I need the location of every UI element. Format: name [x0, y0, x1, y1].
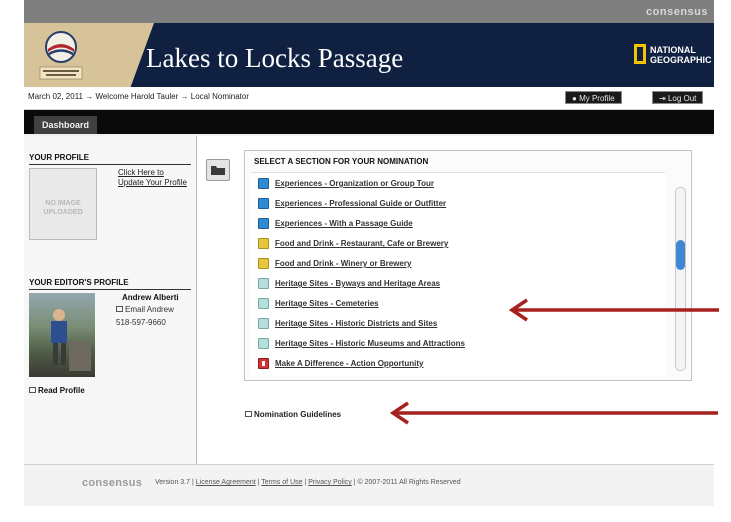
- breadcrumb-bar: March 02, 2011 → Welcome Harold Tauler →…: [24, 87, 714, 110]
- teal-square-icon: [258, 278, 269, 289]
- list-item[interactable]: Experiences - Organization or Group Tour: [258, 175, 653, 192]
- privacy-policy-link[interactable]: Privacy Policy: [308, 479, 352, 486]
- your-profile-heading: YOUR PROFILE: [29, 153, 90, 162]
- teal-square-icon: [258, 318, 269, 329]
- breadcrumb: March 02, 2011 → Welcome Harold Tauler →…: [28, 92, 249, 101]
- logout-icon: ⇥: [659, 94, 668, 103]
- editor-photo-figure: [51, 309, 91, 371]
- list-item-label: Experiences - Professional Guide or Outf…: [275, 199, 447, 208]
- teal-square-icon: [258, 298, 269, 309]
- natgeo-logo: NATIONAL GEOGRAPHIC: [634, 44, 712, 68]
- red-square-icon: [258, 358, 269, 369]
- read-profile-link[interactable]: Read Profile: [29, 386, 85, 395]
- list-item-label: Heritage Sites - Historic Districts and …: [275, 319, 438, 328]
- my-profile-label: My Profile: [579, 94, 615, 103]
- yellow-square-icon: [258, 238, 269, 249]
- editor-name: Andrew Alberti: [122, 293, 179, 302]
- page: consensus Lakes to Locks Passage NATIONA…: [24, 0, 714, 506]
- list-item[interactable]: Food and Drink - Restaurant, Cafe or Bre…: [258, 235, 653, 252]
- update-profile-link[interactable]: Click Here to Update Your Profile: [118, 168, 188, 188]
- site-title: Lakes to Locks Passage: [146, 43, 404, 73]
- editor-profile-heading: YOUR EDITOR'S PROFILE: [29, 278, 129, 287]
- lakes-to-locks-logo: [39, 31, 83, 80]
- list-item-label: Experiences - With a Passage Guide: [275, 219, 413, 228]
- uploaded-text: UPLOADED: [43, 209, 83, 216]
- sidebar: YOUR PROFILE NO IMAGE UPLOADED Click Her…: [24, 136, 197, 464]
- footer-consensus-brand: consensus: [82, 477, 143, 489]
- list-item[interactable]: Experiences - With a Passage Guide: [258, 215, 653, 232]
- teal-square-icon: [258, 338, 269, 349]
- editor-phone: 518-597-9660: [116, 318, 166, 327]
- annotation-arrow-icon: [508, 298, 719, 322]
- list-item[interactable]: Heritage Sites - Historic Museums and At…: [258, 335, 653, 352]
- tab-bar: Dashboard: [24, 110, 714, 134]
- tab-dashboard[interactable]: Dashboard: [34, 116, 98, 134]
- copyright-text: © 2007-2011 All Rights Reserved: [357, 479, 461, 486]
- list-item-label: Heritage Sites - Byways and Heritage Are…: [275, 279, 441, 288]
- list-item-label: Food and Drink - Winery or Brewery: [275, 259, 412, 268]
- site-header: Lakes to Locks Passage NATIONAL GEOGRAPH…: [24, 23, 714, 87]
- nomination-list: Experiences - Organization or Group Tour…: [251, 172, 665, 376]
- list-item-label: Experiences - Organization or Group Tour: [275, 179, 434, 188]
- terms-of-use-link[interactable]: Terms of Use: [261, 479, 302, 486]
- license-agreement-link[interactable]: License Agreement: [196, 479, 256, 486]
- top-bar: consensus: [24, 0, 714, 23]
- footer: consensus Version 3.7 | License Agreemen…: [24, 464, 714, 506]
- log-out-button[interactable]: ⇥ Log Out: [652, 91, 704, 104]
- list-item[interactable]: Experiences - Professional Guide or Outf…: [258, 195, 653, 212]
- footer-links: Version 3.7 | License Agreement | Terms …: [155, 479, 461, 486]
- email-icon: [116, 306, 123, 312]
- nomination-panel: SELECT A SECTION FOR YOUR NOMINATION Exp…: [244, 150, 692, 381]
- divider: [29, 289, 191, 290]
- annotation-arrow-icon: [389, 401, 718, 425]
- yellow-square-icon: [258, 258, 269, 269]
- version-text: Version 3.7: [155, 479, 191, 486]
- user-icon: ●: [572, 94, 580, 103]
- list-item[interactable]: Food and Drink - Winery or Brewery: [258, 255, 653, 272]
- no-image-text: NO IMAGE: [45, 200, 81, 207]
- list-item-label: Make A Difference - Action Opportunity: [275, 359, 424, 368]
- nomination-guidelines-link[interactable]: Nomination Guidelines: [245, 410, 341, 419]
- list-item[interactable]: Make A Difference - Action Opportunity: [258, 355, 653, 372]
- divider: [29, 164, 191, 165]
- read-profile-label: Read Profile: [38, 386, 85, 395]
- folder-icon: [211, 166, 225, 175]
- blue-square-icon: [258, 198, 269, 209]
- list-scrollbar[interactable]: [675, 187, 686, 371]
- nomination-panel-title: SELECT A SECTION FOR YOUR NOMINATION: [254, 157, 429, 166]
- blue-square-icon: [258, 218, 269, 229]
- profile-image-placeholder: NO IMAGE UPLOADED: [29, 168, 97, 240]
- list-item-label: Heritage Sites - Historic Museums and At…: [275, 339, 465, 348]
- natgeo-frame-icon: [634, 44, 646, 64]
- blue-square-icon: [258, 178, 269, 189]
- scrollbar-thumb[interactable]: [676, 240, 685, 270]
- list-item-label: Food and Drink - Restaurant, Cafe or Bre…: [275, 239, 449, 248]
- consensus-brand: consensus: [646, 6, 708, 18]
- my-profile-button[interactable]: ● My Profile: [565, 91, 622, 104]
- natgeo-logo-text: NATIONAL GEOGRAPHIC: [650, 45, 712, 65]
- email-editor-label: Email Andrew: [125, 305, 174, 314]
- document-icon: [29, 387, 36, 393]
- list-item-label: Heritage Sites - Cemeteries: [275, 299, 379, 308]
- log-out-label: Log Out: [667, 94, 697, 103]
- editor-photo: [29, 293, 95, 377]
- email-editor-link[interactable]: Email Andrew: [116, 305, 174, 314]
- document-icon: [245, 411, 252, 417]
- list-item[interactable]: Heritage Sites - Byways and Heritage Are…: [258, 275, 653, 292]
- nomination-guidelines-label: Nomination Guidelines: [254, 410, 342, 419]
- folder-button[interactable]: [206, 159, 230, 181]
